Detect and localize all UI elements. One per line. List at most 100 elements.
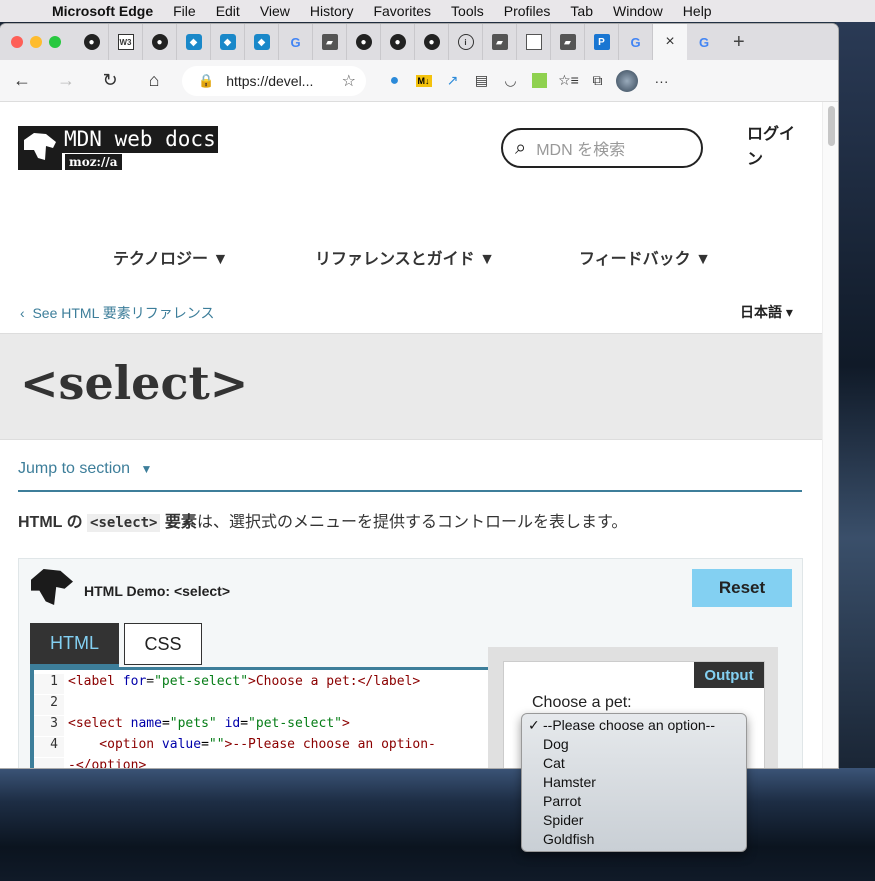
address-bar[interactable]: 🔒 https://devel... ☆ — [182, 65, 366, 96]
search-input[interactable]: MDN を検索 — [536, 136, 625, 160]
tab-book-2[interactable]: ▰ — [483, 24, 517, 60]
mozilla-brand: moz://a — [65, 154, 122, 170]
share-icon: ↗ — [446, 72, 459, 88]
dropdown-option[interactable]: Parrot — [522, 792, 746, 811]
demo-title: HTML Demo: <select> — [84, 583, 231, 599]
nav-feedback[interactable]: フィードバック ▼ — [579, 245, 711, 269]
tab-github-5[interactable]: ● — [415, 24, 449, 60]
home-button[interactable]: ⌂ — [132, 60, 176, 102]
tab-google-1[interactable]: G — [279, 24, 313, 60]
nav-technologies[interactable]: テクノロジー ▼ — [113, 245, 228, 269]
menu-tab[interactable]: Tab — [570, 3, 593, 19]
more-button[interactable]: ··· — [647, 60, 676, 102]
tab-pa[interactable]: P — [585, 24, 619, 60]
code-editor[interactable]: 1 <label for="pet-select">Choose a pet:<… — [30, 667, 489, 768]
jump-to-section[interactable]: Jump to section ▼ — [18, 460, 802, 492]
arrow-left-icon: ← — [13, 70, 31, 90]
extension-green[interactable] — [525, 60, 554, 102]
menu-profiles[interactable]: Profiles — [504, 3, 551, 19]
code-text: -</option> — [68, 758, 147, 768]
page-scrollbar[interactable] — [822, 102, 838, 768]
w3-icon: W3 — [117, 34, 134, 50]
output-label: Output — [694, 662, 764, 688]
extension-clipboard[interactable]: ▤ — [467, 60, 496, 102]
close-window-button[interactable] — [11, 36, 23, 48]
markdown-icon: M↓ — [415, 74, 432, 87]
tab-github-2[interactable]: ● — [143, 24, 177, 60]
book-icon: ▰ — [321, 34, 338, 50]
url-text: https://devel... — [226, 72, 314, 89]
menu-favorites[interactable]: Favorites — [373, 3, 431, 19]
nav-references[interactable]: リファレンスとガイド ▼ — [315, 245, 495, 269]
mdn-search[interactable]: ⌕ MDN を検索 — [501, 128, 703, 168]
dropdown-option[interactable]: Spider — [522, 811, 746, 830]
dropdown-option[interactable]: Dog — [522, 735, 746, 754]
tab-one[interactable]: i — [449, 24, 483, 60]
menu-window[interactable]: Window — [613, 3, 663, 19]
avatar — [615, 69, 638, 92]
extension-pencil[interactable]: ● — [380, 60, 409, 102]
tab-doc[interactable] — [517, 24, 551, 60]
tab-google-3[interactable]: G — [687, 24, 721, 60]
github-icon: ● — [151, 34, 168, 50]
extension-share[interactable]: ↗ — [438, 60, 467, 102]
dropdown-option[interactable]: Hamster — [522, 773, 746, 792]
tab-w3[interactable]: W3 — [109, 24, 143, 60]
tab-book-1[interactable]: ▰ — [313, 24, 347, 60]
profile-button[interactable] — [612, 60, 641, 102]
login-link[interactable]: ログイン — [747, 122, 807, 172]
zoom-window-button[interactable] — [49, 36, 61, 48]
favorite-star-icon[interactable]: ☆ — [342, 71, 356, 91]
tab-github-4[interactable]: ● — [381, 24, 415, 60]
tab-html[interactable]: HTML — [30, 623, 119, 667]
intro-code[interactable]: <select> — [87, 514, 161, 532]
tab-book-3[interactable]: ▰ — [551, 24, 585, 60]
scrollbar-thumb[interactable] — [828, 106, 835, 146]
back-button[interactable]: ← — [0, 60, 44, 102]
refresh-button[interactable]: ↻ — [88, 60, 132, 102]
page-content: MDN web docs moz://a ⌕ MDN を検索 ログイン テクノロ… — [0, 102, 822, 768]
menu-app-name[interactable]: Microsoft Edge — [52, 3, 153, 19]
book-icon: ▰ — [559, 34, 576, 50]
back-link[interactable]: ‹ See HTML 要素リファレンス — [20, 303, 214, 323]
tab-github-3[interactable]: ● — [347, 24, 381, 60]
tab-css[interactable]: CSS — [124, 623, 202, 665]
new-tab-button[interactable]: + — [733, 31, 745, 54]
language-selector[interactable]: 日本語 ▾ — [740, 302, 793, 322]
tab-cf-3[interactable]: ◆ — [245, 24, 279, 60]
collections-button[interactable]: ⧉ — [583, 60, 612, 102]
mdn-logo[interactable]: MDN web docs moz://a — [18, 124, 218, 170]
menu-edit[interactable]: Edit — [216, 3, 240, 19]
tab-cf-1[interactable]: ◆ — [177, 24, 211, 60]
forward-button[interactable]: → — [44, 60, 88, 102]
lock-icon: 🔒 — [198, 72, 215, 88]
close-tab-icon[interactable]: × — [665, 33, 674, 51]
reset-button[interactable]: Reset — [692, 569, 792, 607]
tab-google-2[interactable]: G — [619, 24, 653, 60]
menu-file[interactable]: File — [173, 3, 196, 19]
minimize-window-button[interactable] — [30, 36, 42, 48]
more-icon: ··· — [654, 72, 669, 89]
caret-down-icon: ▼ — [140, 462, 153, 476]
window-controls — [11, 36, 61, 48]
menu-history[interactable]: History — [310, 3, 354, 19]
tab-github-1[interactable]: ● — [75, 24, 109, 60]
menu-view[interactable]: View — [260, 3, 290, 19]
dropdown-option[interactable]: Goldfish — [522, 830, 746, 849]
tab-active-mdn[interactable]: × — [653, 24, 687, 60]
pet-select-dropdown[interactable]: ✓ --Please choose an option-- Dog Cat Ham… — [521, 713, 747, 852]
dropdown-option[interactable]: ✓ --Please choose an option-- — [522, 716, 746, 735]
dropdown-option[interactable]: Cat — [522, 754, 746, 773]
mdn-dino-icon — [31, 569, 73, 605]
extension-pocket[interactable]: ◡ — [496, 60, 525, 102]
code-line: 1 <label for="pet-select">Choose a pet:<… — [34, 674, 489, 694]
code-line: 2 — [34, 695, 489, 715]
menu-help[interactable]: Help — [683, 3, 712, 19]
tab-cf-2[interactable]: ◆ — [211, 24, 245, 60]
favorites-list-button[interactable]: ☆≡ — [554, 60, 583, 102]
menu-tools[interactable]: Tools — [451, 3, 484, 19]
desktop-background — [836, 22, 875, 881]
extension-markdown[interactable]: M↓ — [409, 60, 438, 102]
mdn-brand-text: MDN web docs — [62, 126, 218, 153]
